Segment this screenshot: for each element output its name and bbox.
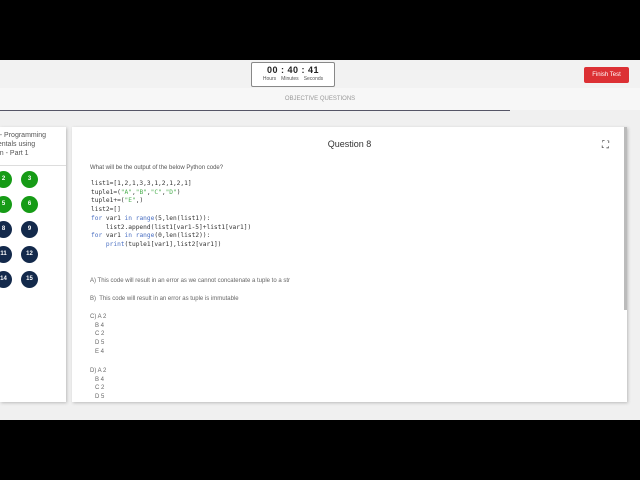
test-title: nt - Programming mentals using hon - Par… [0, 127, 66, 166]
option-b[interactable]: B) This code will result in an error as … [90, 295, 239, 304]
timer-seconds: 41 [308, 65, 320, 75]
title-line: hon - Part 1 [0, 150, 29, 157]
question-button-14[interactable]: 14 [0, 271, 12, 288]
timer-minutes: 40 [287, 65, 299, 75]
section-title: OBJECTIVE QUESTIONS [284, 96, 356, 102]
question-button-3[interactable]: 3 [21, 171, 38, 188]
section-divider [0, 110, 510, 111]
question-button-12[interactable]: 12 [21, 246, 38, 263]
question-text: What will be the output of the below Pyt… [90, 165, 224, 171]
fullscreen-icon[interactable]: ⛶ [602, 140, 609, 151]
scrollbar[interactable] [624, 127, 627, 310]
question-button-2[interactable]: 2 [0, 171, 12, 188]
question-button-6[interactable]: 6 [21, 196, 38, 213]
countdown-timer: 00 : 40 : 41 Hours Minutes Seconds [251, 62, 335, 87]
timer-hours: 00 [266, 65, 278, 75]
question-title: Question 8 [327, 139, 372, 149]
question-button-15[interactable]: 15 [21, 271, 38, 288]
code-block: list1=[1,2,1,3,3,1,2,1,2,1] tuple1=("A",… [91, 180, 252, 248]
minutes-label: Minutes [281, 76, 299, 82]
test-app: 00 : 40 : 41 Hours Minutes Seconds Finish … [0, 60, 640, 420]
top-bar: 00 : 40 : 41 Hours Minutes Seconds Finish … [0, 60, 640, 88]
question-button-9[interactable]: 9 [21, 221, 38, 238]
question-card: Question 8 ⛶ What will be the output of … [72, 127, 627, 402]
question-button-11[interactable]: 11 [0, 246, 12, 263]
question-navigator: nt - Programming mentals using hon - Par… [0, 127, 66, 402]
title-line: nt - Programming [0, 132, 47, 139]
option-c[interactable]: C) A 2 B 4 C 2 D 5 E 4 [90, 313, 106, 357]
title-line: mentals using [0, 141, 36, 148]
option-d[interactable]: D) A 2 B 4 C 2 D 5 [90, 367, 106, 402]
option-a[interactable]: A) This code will result in an error as … [90, 277, 290, 286]
finish-test-button[interactable]: Finish Test [584, 67, 629, 83]
question-button-5[interactable]: 5 [0, 196, 12, 213]
section-header: OBJECTIVE QUESTIONS [0, 88, 640, 111]
hours-label: Hours [262, 76, 277, 82]
question-button-8[interactable]: 8 [0, 221, 12, 238]
seconds-label: Seconds [303, 76, 324, 82]
